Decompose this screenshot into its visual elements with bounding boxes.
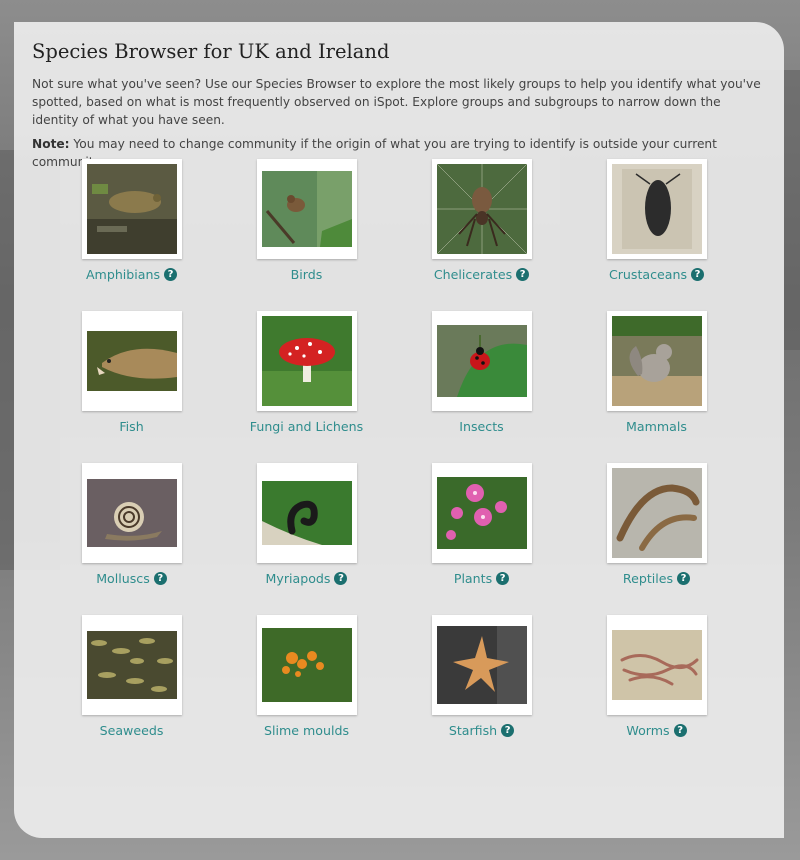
group-label-text[interactable]: Chelicerates [434, 267, 512, 282]
plants-thumbnail[interactable] [431, 463, 532, 563]
molluscs-thumbnail[interactable] [81, 463, 182, 563]
group-card-seaweeds[interactable]: Seaweeds [44, 615, 219, 738]
group-label-text[interactable]: Fish [119, 419, 143, 434]
molluscs-image [86, 479, 177, 547]
group-label[interactable]: Plants ? [454, 570, 510, 586]
help-icon[interactable]: ? [334, 571, 348, 585]
group-label[interactable]: Fish [119, 418, 143, 434]
page-title: Species Browser for UK and Ireland [32, 40, 390, 63]
fish-thumbnail[interactable] [81, 311, 182, 411]
slime-moulds-image [261, 628, 352, 702]
group-card-myriapods[interactable]: Myriapods ? [219, 463, 394, 586]
crustaceans-image [611, 164, 702, 254]
group-label[interactable]: Crustaceans ? [609, 266, 705, 282]
group-card-fish[interactable]: Fish [44, 311, 219, 434]
myriapods-thumbnail[interactable] [256, 463, 357, 563]
help-icon[interactable]: ? [501, 723, 515, 737]
help-icon[interactable]: ? [691, 267, 705, 281]
group-label[interactable]: Insects [459, 418, 503, 434]
group-card-crustaceans[interactable]: Crustaceans ? [569, 159, 744, 282]
insects-image [436, 325, 527, 397]
group-label-text[interactable]: Plants [454, 571, 492, 586]
group-card-insects[interactable]: Insects [394, 311, 569, 434]
group-card-plants[interactable]: Plants ? [394, 463, 569, 586]
help-icon[interactable]: ? [153, 571, 167, 585]
mammals-thumbnail[interactable] [606, 311, 707, 411]
group-label-text[interactable]: Crustaceans [609, 267, 687, 282]
group-label[interactable]: Amphibians ? [86, 266, 178, 282]
reptiles-thumbnail[interactable] [606, 463, 707, 563]
worms-thumbnail[interactable] [606, 615, 707, 715]
group-label-text[interactable]: Slime moulds [264, 723, 349, 738]
group-card-amphibians[interactable]: Amphibians ? [44, 159, 219, 282]
group-label[interactable]: Reptiles ? [623, 570, 691, 586]
group-label-text[interactable]: Starfish [449, 723, 497, 738]
intro-text: Not sure what you've seen? Use our Speci… [32, 77, 761, 127]
group-label[interactable]: Slime moulds [264, 722, 349, 738]
group-label[interactable]: Seaweeds [100, 722, 164, 738]
chelicerates-thumbnail[interactable] [431, 159, 532, 259]
seaweeds-image [86, 631, 177, 699]
help-icon[interactable]: ? [673, 723, 687, 737]
fungi-and-lichens-thumbnail[interactable] [256, 311, 357, 411]
help-icon[interactable]: ? [516, 267, 530, 281]
group-card-worms[interactable]: Worms ? [569, 615, 744, 738]
seaweeds-thumbnail[interactable] [81, 615, 182, 715]
birds-image [261, 171, 352, 247]
insects-thumbnail[interactable] [431, 311, 532, 411]
group-card-birds[interactable]: Birds [219, 159, 394, 282]
group-label-text[interactable]: Birds [291, 267, 323, 282]
help-icon[interactable]: ? [496, 571, 510, 585]
species-group-grid: Amphibians ? Birds Chelicerates ? Crusta… [44, 159, 744, 738]
group-label-text[interactable]: Reptiles [623, 571, 673, 586]
group-label-text[interactable]: Mammals [626, 419, 687, 434]
group-card-molluscs[interactable]: Molluscs ? [44, 463, 219, 586]
fish-image [86, 331, 177, 391]
group-label[interactable]: Mammals [626, 418, 687, 434]
amphibians-thumbnail[interactable] [81, 159, 182, 259]
worms-image [611, 630, 702, 700]
chelicerates-image [436, 164, 527, 254]
fungi-and-lichens-image [261, 316, 352, 406]
group-card-slime-moulds[interactable]: Slime moulds [219, 615, 394, 738]
slime-moulds-thumbnail[interactable] [256, 615, 357, 715]
birds-thumbnail[interactable] [256, 159, 357, 259]
group-label-text[interactable]: Fungi and Lichens [250, 419, 363, 434]
reptiles-image [611, 468, 702, 558]
amphibians-image [86, 164, 177, 254]
starfish-thumbnail[interactable] [431, 615, 532, 715]
group-label-text[interactable]: Worms [626, 723, 669, 738]
group-label[interactable]: Molluscs ? [96, 570, 167, 586]
note-label: Note: [32, 137, 70, 151]
crustaceans-thumbnail[interactable] [606, 159, 707, 259]
starfish-image [436, 626, 527, 704]
group-card-mammals[interactable]: Mammals [569, 311, 744, 434]
group-card-fungi-and-lichens[interactable]: Fungi and Lichens [219, 311, 394, 434]
group-card-starfish[interactable]: Starfish ? [394, 615, 569, 738]
group-label-text[interactable]: Insects [459, 419, 503, 434]
group-label[interactable]: Starfish ? [449, 722, 515, 738]
group-label[interactable]: Myriapods ? [266, 570, 348, 586]
group-label-text[interactable]: Amphibians [86, 267, 160, 282]
group-label[interactable]: Chelicerates ? [434, 266, 530, 282]
group-label-text[interactable]: Myriapods [266, 571, 331, 586]
group-label[interactable]: Birds [291, 266, 323, 282]
mammals-image [611, 316, 702, 406]
group-label[interactable]: Worms ? [626, 722, 687, 738]
group-label-text[interactable]: Seaweeds [100, 723, 164, 738]
help-icon[interactable]: ? [164, 267, 178, 281]
group-label[interactable]: Fungi and Lichens [250, 418, 363, 434]
myriapods-image [261, 481, 352, 545]
plants-image [436, 477, 527, 549]
help-icon[interactable]: ? [677, 571, 691, 585]
group-label-text[interactable]: Molluscs [96, 571, 150, 586]
group-card-reptiles[interactable]: Reptiles ? [569, 463, 744, 586]
group-card-chelicerates[interactable]: Chelicerates ? [394, 159, 569, 282]
